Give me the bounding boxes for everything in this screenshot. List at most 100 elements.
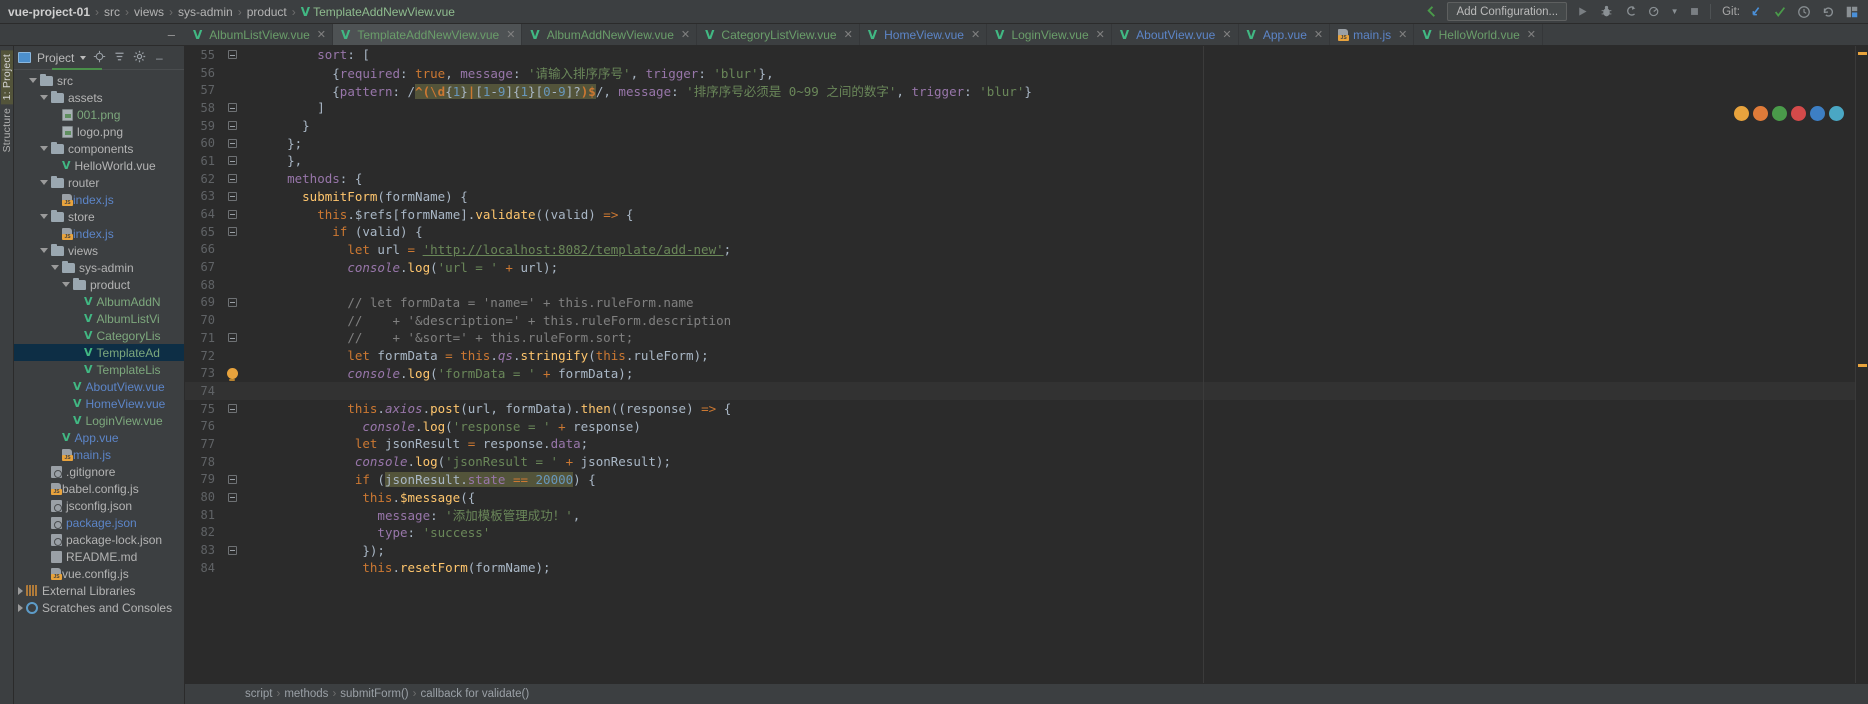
close-icon[interactable]: ✕ <box>681 28 690 41</box>
editor-breadcrumb-item[interactable]: callback for validate() <box>421 688 530 700</box>
commit-icon[interactable] <box>1771 3 1788 20</box>
close-icon[interactable]: ✕ <box>506 28 515 41</box>
breadcrumb-current-file[interactable]: TemplateAddNewView.vue <box>313 5 455 19</box>
locate-icon[interactable] <box>92 50 106 66</box>
fold-marker-icon[interactable] <box>223 474 241 484</box>
line-number[interactable]: 57 <box>185 83 223 97</box>
line-number[interactable]: 81 <box>185 508 223 522</box>
code-line[interactable]: 56 {required: true, message: '请输入排序序号', … <box>185 64 1855 82</box>
line-number[interactable]: 69 <box>185 295 223 309</box>
tree-item-scratches-and-consoles[interactable]: Scratches and Consoles <box>14 599 184 616</box>
line-number[interactable]: 55 <box>185 48 223 62</box>
run-icon[interactable] <box>1574 3 1591 20</box>
tree-item-templatead[interactable]: V TemplateAd <box>14 344 184 361</box>
tool-window-project[interactable]: 1: Project <box>0 50 13 105</box>
fold-marker-icon[interactable] <box>223 138 241 148</box>
chevron-right-icon[interactable] <box>18 603 23 612</box>
fold-marker-icon[interactable] <box>223 50 241 60</box>
tree-item-index-js[interactable]: JS index.js <box>14 225 184 242</box>
firefox-icon[interactable] <box>1753 106 1768 121</box>
code-line[interactable]: 57 {pattern: /^(\d{1}|[1-9]{1}[0-9]?)$/,… <box>185 81 1855 99</box>
collapse-all-icon[interactable] <box>112 50 126 66</box>
stop-icon[interactable] <box>1686 3 1703 20</box>
tree-item-sys-admin[interactable]: sys-admin <box>14 259 184 276</box>
fold-marker-icon[interactable] <box>223 227 241 237</box>
project-panel-title[interactable]: Project <box>37 51 74 65</box>
code-line[interactable]: 66 let url = 'http://localhost:8082/temp… <box>185 241 1855 259</box>
editor-tab-albumlistview-vue[interactable]: V AlbumListView.vue ✕ <box>185 24 334 45</box>
add-configuration-button[interactable]: Add Configuration... <box>1447 2 1568 21</box>
tree-item-aboutview-vue[interactable]: V AboutView.vue <box>14 378 184 395</box>
chevron-down-icon[interactable] <box>40 95 48 100</box>
code-line[interactable]: 74 <box>185 382 1855 400</box>
line-number[interactable]: 78 <box>185 455 223 469</box>
fold-marker-icon[interactable] <box>223 333 241 343</box>
close-icon[interactable]: ✕ <box>1222 28 1231 41</box>
line-number[interactable]: 72 <box>185 349 223 363</box>
line-number[interactable]: 62 <box>185 172 223 186</box>
code-line[interactable]: 55 sort: [ <box>185 46 1855 64</box>
tree-item-logo-png[interactable]: logo.png <box>14 123 184 140</box>
chevron-down-icon[interactable] <box>62 282 70 287</box>
code-line[interactable]: 80 this.$message({ <box>185 488 1855 506</box>
code-line[interactable]: 58 ] <box>185 99 1855 117</box>
chevron-down-icon[interactable] <box>40 248 48 253</box>
close-icon[interactable]: ✕ <box>971 28 980 41</box>
fold-marker-icon[interactable] <box>223 209 241 219</box>
error-marker-strip[interactable] <box>1855 46 1868 683</box>
tree-item-external-libraries[interactable]: External Libraries <box>14 582 184 599</box>
tree-item-albumaddn[interactable]: V AlbumAddN <box>14 293 184 310</box>
opera-icon[interactable] <box>1791 106 1806 121</box>
code-line[interactable]: 64 this.$refs[formName].validate((valid)… <box>185 205 1855 223</box>
history-icon[interactable] <box>1795 3 1812 20</box>
editor-tab-aboutview-vue[interactable]: V AboutView.vue ✕ <box>1111 24 1239 45</box>
tree-item-readme-md[interactable]: README.md <box>14 548 184 565</box>
chrome-icon[interactable] <box>1734 106 1749 121</box>
warning-marker[interactable] <box>1858 52 1867 55</box>
tree-item-helloworld-vue[interactable]: V HelloWorld.vue <box>14 157 184 174</box>
editor-tab-categorylistview-vue[interactable]: V CategoryListView.vue ✕ <box>697 24 860 45</box>
breadcrumb-item-sys-admin[interactable]: sys-admin <box>178 5 233 19</box>
editor-tab-app-vue[interactable]: V App.vue ✕ <box>1238 24 1331 45</box>
code-line[interactable]: 81 message: '添加模板管理成功！', <box>185 506 1855 524</box>
tree-item-assets[interactable]: assets <box>14 89 184 106</box>
warning-marker[interactable] <box>1858 364 1867 367</box>
tree-item-babel-config-js[interactable]: JS babel.config.js <box>14 480 184 497</box>
fold-marker-icon[interactable] <box>223 121 241 131</box>
editor-breadcrumb-item[interactable]: script <box>245 688 272 700</box>
line-number[interactable]: 73 <box>185 366 223 380</box>
tree-item-package-lock-json[interactable]: package-lock.json <box>14 531 184 548</box>
tree-item-vue-config-js[interactable]: JS vue.config.js <box>14 565 184 582</box>
line-number[interactable]: 80 <box>185 490 223 504</box>
editor-breadcrumb-item[interactable]: methods <box>284 688 328 700</box>
fold-marker-icon[interactable] <box>223 404 241 414</box>
breadcrumb-item-views[interactable]: views <box>134 5 164 19</box>
line-number[interactable]: 56 <box>185 66 223 80</box>
line-number[interactable]: 58 <box>185 101 223 115</box>
line-number[interactable]: 71 <box>185 331 223 345</box>
line-number[interactable]: 65 <box>185 225 223 239</box>
editor-tab-loginview-vue[interactable]: V LoginView.vue ✕ <box>987 24 1112 45</box>
code-line[interactable]: 77 let jsonResult = response.data; <box>185 435 1855 453</box>
tree-item-package-json[interactable]: package.json <box>14 514 184 531</box>
fold-marker-icon[interactable] <box>223 191 241 201</box>
tree-item--gitignore[interactable]: .gitignore <box>14 463 184 480</box>
line-number[interactable]: 59 <box>185 119 223 133</box>
code-line[interactable]: 76 console.log('response = ' + response) <box>185 417 1855 435</box>
line-number[interactable]: 77 <box>185 437 223 451</box>
code-line[interactable]: 73 console.log('formData = ' + formData)… <box>185 364 1855 382</box>
code-line[interactable]: 84 this.resetForm(formName); <box>185 559 1855 577</box>
fold-marker-icon[interactable] <box>223 545 241 555</box>
explorer-icon[interactable] <box>1829 106 1844 121</box>
code-line[interactable]: 61 }, <box>185 152 1855 170</box>
code-line[interactable]: 83 }); <box>185 541 1855 559</box>
code-line[interactable]: 79 if (jsonResult.state == 20000) { <box>185 471 1855 489</box>
editor-tab-main-js[interactable]: JS main.js ✕ <box>1330 24 1415 45</box>
line-number[interactable]: 66 <box>185 242 223 256</box>
breadcrumb-item-src[interactable]: src <box>104 5 120 19</box>
line-number[interactable]: 63 <box>185 189 223 203</box>
chevron-down-icon[interactable] <box>40 214 48 219</box>
tree-item-components[interactable]: components <box>14 140 184 157</box>
close-icon[interactable]: ✕ <box>1096 28 1105 41</box>
code-line[interactable]: 60 }; <box>185 134 1855 152</box>
